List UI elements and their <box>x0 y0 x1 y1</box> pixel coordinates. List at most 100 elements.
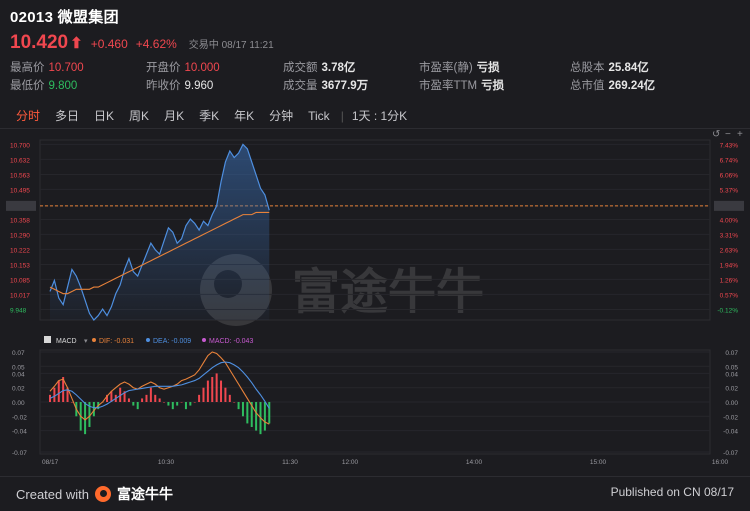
price-tick-label: 10.290 <box>10 232 30 239</box>
chevron-down-icon[interactable]: ▾ <box>84 338 88 345</box>
macd-value-label: MACD: -0.043 <box>209 338 253 345</box>
zoom-in-icon[interactable]: + <box>737 129 743 140</box>
macd-bar <box>53 387 56 402</box>
macd-bar <box>57 380 60 402</box>
x-tick-label: 14:00 <box>466 459 483 466</box>
percent-tick-label: 6.06% <box>720 172 739 179</box>
macd-bar <box>70 402 73 403</box>
percent-tick-label: 6.74% <box>720 157 739 164</box>
macd-bar <box>136 402 139 410</box>
percent-tick-label: 3.31% <box>720 232 739 239</box>
x-tick-label: 11:30 <box>282 459 298 466</box>
macd-tick-label: 0.07 <box>12 350 25 357</box>
macd-right-tick-label: -0.07 <box>723 450 738 457</box>
macd-bar <box>141 398 144 402</box>
current-percent-marker <box>714 200 744 211</box>
x-tick-label: 12:00 <box>342 459 359 466</box>
macd-bar <box>158 398 161 402</box>
macd-bar <box>145 394 148 402</box>
macd-bar <box>189 402 192 406</box>
macd-legend: MACD ▾ DIF: -0.031 DEA: -0.009 MACD: -0.… <box>44 336 253 345</box>
macd-right-tick-label: 0.07 <box>725 350 738 357</box>
price-tick-label: 10.153 <box>10 262 30 269</box>
macd-right-tick-label: 0.00 <box>725 400 738 407</box>
macd-bar <box>255 402 258 431</box>
macd-bar <box>228 394 231 402</box>
percent-tick-label: 4.00% <box>720 217 739 224</box>
x-tick-label: 08/17 <box>42 459 59 466</box>
macd-dea-label: DEA: -0.009 <box>153 338 191 345</box>
dea-dot-icon <box>146 338 150 342</box>
macd-bar <box>237 402 240 410</box>
macd-bar <box>202 387 205 402</box>
percent-tick-label: 1.94% <box>720 262 739 269</box>
macd-tick-label: -0.07 <box>12 450 27 457</box>
brand-logo-icon <box>94 486 111 502</box>
macd-bar <box>132 402 135 406</box>
macd-bar <box>268 402 271 424</box>
price-tick-label: 10.495 <box>10 187 30 194</box>
macd-bar <box>233 402 236 403</box>
intraday-chart[interactable]: 富途牛牛 10.700 7.43% 10.632 6.74% 10.563 6.06% 10… <box>0 0 750 476</box>
macd-bar <box>154 394 157 402</box>
footer: Created with 富途牛牛 Published on CN 08/17 <box>0 476 750 511</box>
macd-right-tick-label: -0.02 <box>723 414 738 421</box>
created-with: Created with 富途牛牛 <box>16 484 173 504</box>
percent-tick-label: 1.26% <box>720 277 739 284</box>
macd-legend-name: MACD <box>56 338 77 345</box>
percent-tick-label: 7.43% <box>720 142 739 149</box>
macd-bar <box>220 380 223 402</box>
macd-bar <box>180 402 183 403</box>
macd-bar <box>167 402 170 406</box>
price-tick-label: 10.632 <box>10 157 30 164</box>
macd-bar <box>163 402 166 403</box>
macd-right-tick-label: 0.04 <box>725 371 738 378</box>
percent-tick-label: 2.63% <box>720 247 739 254</box>
watermark-text: 富途牛牛 <box>292 264 484 320</box>
price-tick-label: 10.700 <box>10 142 30 149</box>
current-price-marker <box>6 200 36 211</box>
macd-bar <box>149 387 152 402</box>
macd-bar <box>211 377 214 402</box>
macd-tick-label: -0.02 <box>12 414 27 421</box>
macd-dot-icon <box>202 338 206 342</box>
macd-bar <box>127 398 130 402</box>
macd-tick-label: -0.04 <box>12 429 27 436</box>
macd-bar <box>176 402 179 406</box>
macd-bar <box>246 402 249 424</box>
percent-tick-label: 0.57% <box>720 292 739 299</box>
macd-bar <box>184 402 187 410</box>
published-info: Published on CN 08/17 <box>610 485 734 499</box>
macd-right-tick-label: 0.02 <box>725 386 738 393</box>
macd-tick-label: 0.00 <box>12 400 25 407</box>
reset-icon[interactable]: ↺ <box>712 129 720 140</box>
percent-tick-label: 5.37% <box>720 187 739 194</box>
macd-bar <box>84 402 87 435</box>
price-tick-label: 10.017 <box>10 292 30 299</box>
brand-name: 富途牛牛 <box>116 486 173 502</box>
macd-bar <box>263 402 266 431</box>
price-tick-label: 10.358 <box>10 217 30 224</box>
macd-dif-label: DIF: -0.031 <box>99 338 134 345</box>
macd-tick-label: 0.02 <box>12 386 25 393</box>
x-tick-label: 15:00 <box>590 459 607 466</box>
price-tick-label: 10.563 <box>10 172 30 179</box>
macd-right-tick-label: -0.04 <box>723 429 738 436</box>
macd-bar <box>198 394 201 402</box>
dif-dot-icon <box>92 338 96 342</box>
macd-bar <box>171 402 174 410</box>
price-tick-label: 10.085 <box>10 277 30 284</box>
price-tick-label: 10.222 <box>10 247 30 254</box>
zoom-out-icon[interactable]: − <box>725 129 731 140</box>
created-label: Created with <box>16 486 89 502</box>
x-tick-label: 10:30 <box>158 459 175 466</box>
macd-bar <box>215 373 218 402</box>
macd-right-tick-label: 0.05 <box>725 364 738 371</box>
x-tick-label: 16:00 <box>712 459 729 466</box>
macd-bar <box>241 402 244 417</box>
macd-bar <box>193 402 196 403</box>
macd-tick-label: 0.05 <box>12 364 25 371</box>
macd-bar <box>206 380 209 402</box>
price-tick-label: 9.948 <box>10 307 27 314</box>
macd-bar <box>224 387 227 402</box>
